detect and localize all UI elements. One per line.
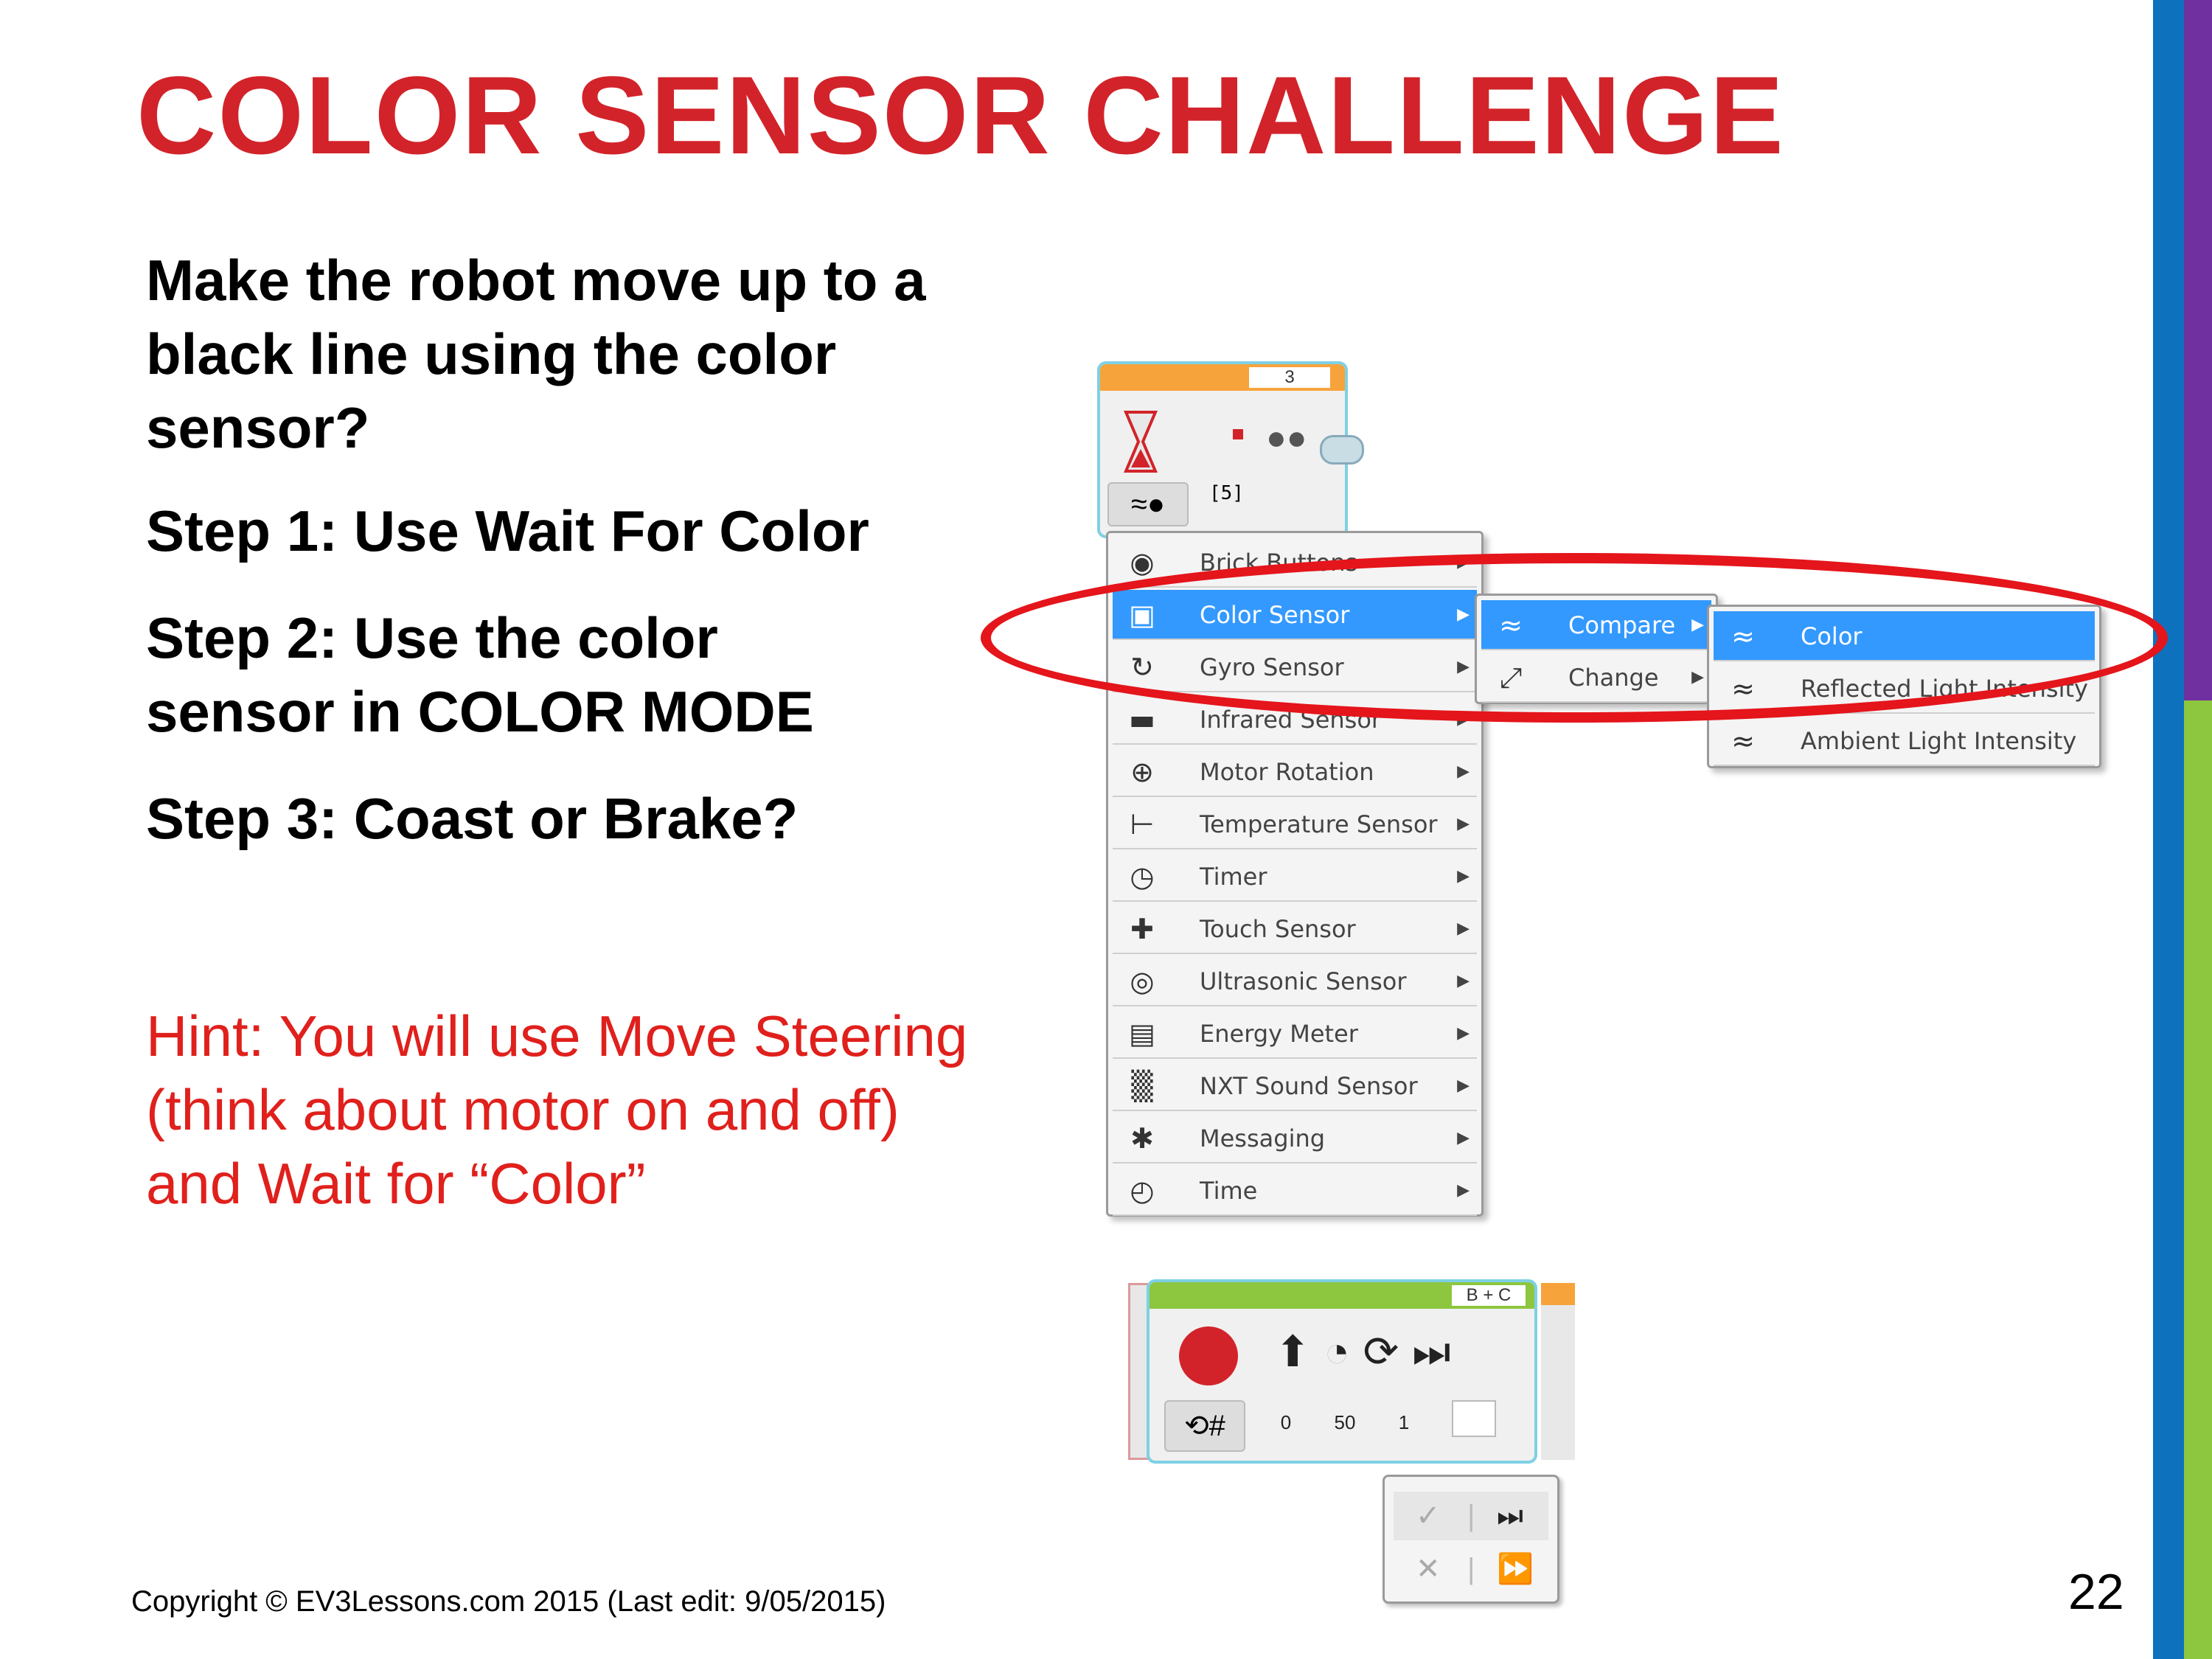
time-icon: ◴: [1130, 1175, 1155, 1207]
brake-at-end-field[interactable]: [1452, 1400, 1496, 1437]
port-indicator: [1233, 429, 1243, 439]
wait-param[interactable]: [5]: [1209, 482, 1244, 504]
brake-icon: ⏭: [1497, 1500, 1523, 1532]
ambient-light-icon: ≈: [1731, 725, 1755, 757]
messaging-icon: ✱: [1130, 1122, 1154, 1155]
coast-option[interactable]: ✕ | ⏩: [1394, 1545, 1548, 1593]
brake-icon: ⏭: [1412, 1328, 1464, 1376]
brick-buttons-icon: ◉: [1130, 546, 1155, 579]
ultrasonic-sensor-icon: ◎: [1130, 965, 1155, 998]
sequence-plug: [1320, 435, 1364, 465]
accent-bar-green: [2184, 700, 2212, 1659]
arrow-up-icon: ⬆: [1275, 1328, 1324, 1376]
timer-icon: ◷: [1130, 860, 1155, 893]
move-ports-field[interactable]: B + C: [1452, 1285, 1526, 1306]
chevron-right-icon: ▶: [1457, 867, 1470, 886]
sensor-menu-item-label: Motor Rotation: [1200, 758, 1374, 786]
accent-bar-blue: [2153, 0, 2184, 1659]
hint-text: Hint: You will use Move Steering (think …: [146, 1004, 968, 1216]
next-block-edge: [1541, 1283, 1575, 1460]
wait-block-header: 3: [1100, 364, 1345, 391]
sensor-menu-item-label: Touch Sensor: [1200, 915, 1356, 943]
steering-value[interactable]: 0: [1260, 1408, 1312, 1437]
sensor-menu-item-label: Messaging: [1200, 1124, 1326, 1152]
move-param-icons: ⬆◔⟳⏭: [1275, 1326, 1464, 1377]
chevron-right-icon: ▶: [1457, 1077, 1470, 1095]
accent-bar-purple: [2184, 0, 2212, 700]
energy-meter-icon: ▤: [1129, 1018, 1155, 1050]
brake-option[interactable]: ✓ | ⏭: [1394, 1492, 1548, 1540]
sensor-menu-item[interactable]: ◴ Time ▶: [1113, 1166, 1477, 1216]
slide-title: COLOR SENSOR CHALLENGE: [136, 53, 1785, 177]
sensor-menu-item-label: Energy Meter: [1200, 1020, 1358, 1048]
sensor-menu-item[interactable]: ✚ Touch Sensor ▶: [1113, 904, 1477, 954]
sensor-menu-item[interactable]: ◷ Timer ▶: [1113, 852, 1477, 902]
sensor-menu-item-label: Temperature Sensor: [1200, 810, 1438, 838]
sensor-menu-item[interactable]: ▒ NXT Sound Sensor ▶: [1113, 1061, 1477, 1111]
step-3-text: Step 3: Coast or Brake?: [146, 786, 799, 851]
chevron-right-icon: ▶: [1457, 972, 1470, 990]
move-steering-block[interactable]: B + C ⬆◔⟳⏭ ⟲# 0 50 1: [1147, 1279, 1537, 1464]
move-mode-selector[interactable]: ⟲#: [1164, 1400, 1245, 1452]
sensor-menu-item[interactable]: ⊢ Temperature Sensor ▶: [1113, 799, 1477, 849]
sensor-menu-item-label: NXT Sound Sensor: [1200, 1072, 1418, 1100]
sensor-menu-item-label: Time: [1200, 1177, 1258, 1205]
touch-sensor-icon: ✚: [1130, 913, 1154, 945]
sensor-menu-item[interactable]: ◎ Ultrasonic Sensor ▶: [1113, 956, 1477, 1006]
rotations-icon: ⟳: [1363, 1328, 1413, 1376]
mode-menu-item-label: Ambient Light Intensity: [1801, 727, 2077, 755]
brake-coast-menu: ✓ | ⏭ ✕ | ⏩: [1382, 1475, 1559, 1604]
infrared-sensor-icon: ▬: [1129, 703, 1155, 736]
copyright-footer: Copyright © EV3Lessons.com 2015 (Last ed…: [131, 1585, 886, 1618]
step-1-text: Step 1: Use Wait For Color: [146, 498, 869, 563]
highlight-ellipse: [981, 553, 2168, 723]
motor-rotation-icon: ⊕: [1130, 756, 1154, 788]
check-icon: ✓: [1416, 1500, 1441, 1532]
color-dots-icon: ●●: [1266, 418, 1307, 456]
chevron-right-icon: ▶: [1457, 815, 1470, 833]
sensor-menu-item[interactable]: ⊕ Motor Rotation ▶: [1113, 747, 1477, 797]
sensor-menu-item[interactable]: ✱ Messaging ▶: [1113, 1113, 1477, 1164]
motor-icon: [1179, 1326, 1238, 1385]
move-block-header: B + C: [1150, 1282, 1534, 1309]
mode-menu-item[interactable]: ≈ Ambient Light Intensity: [1714, 716, 2095, 766]
wait-port-field[interactable]: 3: [1249, 367, 1330, 388]
power-value[interactable]: 50: [1319, 1408, 1371, 1437]
sensor-menu-item[interactable]: ▤ Energy Meter ▶: [1113, 1009, 1477, 1059]
chevron-right-icon: ▶: [1457, 1129, 1470, 1147]
intro-text: Make the robot move up to a black line u…: [146, 248, 926, 460]
chevron-right-icon: ▶: [1457, 919, 1470, 938]
gauge-icon: ◔: [1324, 1328, 1363, 1376]
rotations-value[interactable]: 1: [1378, 1408, 1430, 1437]
temperature-sensor-icon: ⊢: [1130, 808, 1155, 841]
sensor-menu-item-label: Ultrasonic Sensor: [1200, 967, 1407, 995]
step-2-text: Step 2: Use the color sensor in COLOR MO…: [146, 605, 814, 744]
cross-icon: ✕: [1416, 1553, 1441, 1585]
wait-block[interactable]: 3 ●● ≈● [5]: [1097, 361, 1348, 538]
wait-mode-selector[interactable]: ≈●: [1107, 482, 1189, 526]
nxt-sound-sensor-icon: ▒: [1131, 1070, 1153, 1102]
page-number: 22: [2068, 1564, 2124, 1620]
hourglass-icon: [1123, 411, 1158, 473]
chevron-right-icon: ▶: [1457, 762, 1470, 781]
coast-icon: ⏩: [1497, 1553, 1534, 1585]
chevron-right-icon: ▶: [1457, 1181, 1470, 1200]
chevron-right-icon: ▶: [1457, 1024, 1470, 1043]
sensor-menu-item-label: Timer: [1200, 863, 1267, 891]
